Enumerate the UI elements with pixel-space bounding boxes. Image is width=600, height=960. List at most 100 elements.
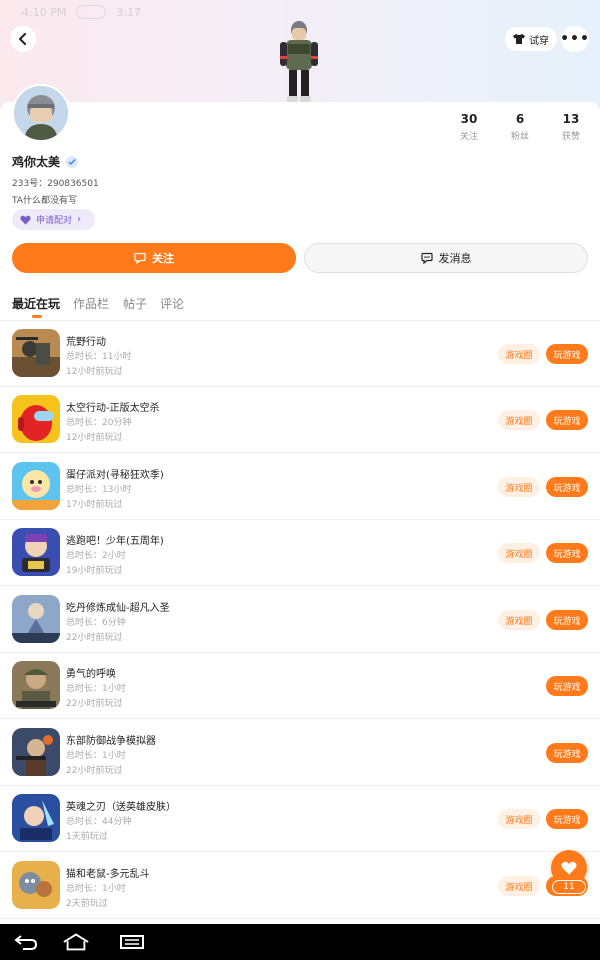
send-message-label: 发消息 (438, 252, 472, 265)
game-duration: 总时长：6分钟 (66, 618, 126, 628)
game-circle-button[interactable]: 游戏圈 (498, 477, 540, 497)
game-duration: 总时长：1小时 (66, 751, 126, 761)
active-tab-indicator (32, 315, 42, 318)
shirt-icon (513, 34, 525, 44)
game-icon-run-boy[interactable] (12, 528, 60, 576)
profile-tabs: 最近在玩 作品栏 帖子 评论 (12, 295, 600, 318)
follow-label: 关注 (152, 252, 174, 265)
game-circle-button[interactable]: 游戏圈 (498, 876, 540, 896)
stat-likes[interactable]: 13 获赞 (546, 112, 596, 142)
game-circle-button[interactable]: 游戏圈 (498, 543, 540, 563)
game-duration: 总时长：2小时 (66, 551, 126, 561)
nav-home-button[interactable] (62, 932, 90, 952)
more-dots-icon: ••• (560, 31, 590, 47)
game-row[interactable]: 太空行动-正版太空杀 总时长：20分钟 12小时前玩过 游戏圈 玩游戏 (0, 387, 600, 453)
chevron-right-icon: › (77, 214, 82, 225)
tab-recently-played[interactable]: 最近在玩 (12, 295, 60, 312)
tab-works[interactable]: 作品栏 (73, 295, 109, 312)
game-name: 蛋仔派对(寻秘狂欢季) (66, 470, 164, 481)
nav-recents-icon (120, 935, 144, 949)
game-name: 吃丹修炼成仙-超凡入圣 (66, 603, 170, 614)
game-duration: 总时长：44分钟 (66, 817, 132, 827)
game-row[interactable]: 勇气的呼唤 总时长：1小时 22小时前玩过 玩游戏 (0, 653, 600, 719)
game-row[interactable]: 逃跑吧！少年(五周年) 总时长：2小时 19小时前玩过 游戏圈 玩游戏 (0, 520, 600, 586)
nav-recents-button[interactable] (118, 932, 146, 952)
game-name: 太空行动-正版太空杀 (66, 403, 160, 414)
game-row[interactable]: 英魂之刃（送英雄皮肤） 总时长：44分钟 1天前玩过 游戏圈 玩游戏 (0, 786, 600, 852)
system-navigation-bar (0, 924, 600, 960)
user-bio: TA什么都没有写 (12, 196, 77, 206)
stat-fans-count: 6 (515, 112, 525, 126)
tab-posts[interactable]: 帖子 (123, 295, 147, 312)
game-last-played: 17小时前玩过 (66, 500, 123, 510)
game-icon-space-action[interactable] (12, 395, 60, 443)
game-duration: 总时长：1小时 (66, 684, 126, 694)
like-count-badge: 11 (552, 880, 586, 894)
play-game-button[interactable]: 玩游戏 (546, 477, 588, 497)
apply-pair-button[interactable]: 申请配对 › (12, 209, 95, 230)
send-message-button[interactable]: 发消息 (304, 243, 588, 273)
heart-icon (561, 861, 577, 875)
game-row[interactable]: 吃丹修炼成仙-超凡入圣 总时长：6分钟 22小时前玩过 游戏圈 玩游戏 (0, 587, 600, 653)
play-game-button[interactable]: 玩游戏 (546, 676, 588, 696)
tab-comments[interactable]: 评论 (160, 295, 184, 312)
user-avatar[interactable] (12, 84, 70, 142)
stat-likes-count: 13 (562, 112, 580, 126)
try-on-button[interactable]: 试穿 (505, 27, 557, 51)
game-name: 荒野行动 (66, 337, 106, 348)
message-icon (420, 252, 433, 264)
game-name: 猫和老鼠-多元乱斗 (66, 869, 150, 880)
game-row[interactable]: 蛋仔派对(寻秘狂欢季) 总时长：13小时 17小时前玩过 游戏圈 玩游戏 (0, 454, 600, 520)
game-last-played: 12小时前玩过 (66, 433, 123, 443)
play-game-button[interactable]: 玩游戏 (546, 344, 588, 364)
game-circle-button[interactable]: 游戏圈 (498, 344, 540, 364)
avatar-image (14, 86, 68, 140)
game-row[interactable]: 荒野行动 总时长：11小时 12小时前玩过 游戏圈 玩游戏 (0, 321, 600, 387)
play-game-button[interactable]: 玩游戏 (546, 543, 588, 563)
nav-back-icon (14, 935, 38, 950)
game-row[interactable]: 猫和老鼠-多元乱斗 总时长：1小时 2天前玩过 游戏圈 玩游戏 (0, 853, 600, 919)
game-duration: 总时长：1小时 (66, 884, 126, 894)
game-icon-wilderness-action[interactable] (12, 329, 60, 377)
user-nickname-row: 鸡你太美 (12, 153, 79, 170)
game-icon-eggy-party[interactable] (12, 462, 60, 510)
try-on-label: 试穿 (529, 35, 549, 47)
game-icon-eastern-defense[interactable] (12, 728, 60, 776)
more-options-button[interactable]: ••• (560, 26, 590, 52)
game-last-played: 22小时前玩过 (66, 766, 123, 776)
stat-following[interactable]: 30 关注 (444, 112, 494, 142)
nav-back-button[interactable] (12, 932, 40, 952)
status-time: 4:10 PM (22, 5, 67, 19)
game-circle-button[interactable]: 游戏圈 (498, 410, 540, 430)
follow-chat-icon (134, 252, 146, 264)
game-circle-button[interactable]: 游戏圈 (498, 610, 540, 630)
play-game-button[interactable]: 玩游戏 (546, 610, 588, 630)
play-game-button[interactable]: 玩游戏 (546, 743, 588, 763)
play-game-button[interactable]: 玩游戏 (546, 410, 588, 430)
game-duration: 总时长：13小时 (66, 485, 132, 495)
stat-following-count: 30 (460, 112, 478, 126)
game-circle-button[interactable]: 游戏圈 (498, 809, 540, 829)
game-last-played: 22小时前玩过 (66, 633, 123, 643)
game-icon-call-of-courage[interactable] (12, 661, 60, 709)
heart-pair-icon (20, 215, 31, 224)
stat-fans[interactable]: 6 粉丝 (495, 112, 545, 142)
game-last-played: 1天前玩过 (66, 832, 108, 842)
stat-following-label: 关注 (459, 132, 478, 142)
game-icon-soul-blade[interactable] (12, 794, 60, 842)
play-game-button[interactable]: 玩游戏 (546, 809, 588, 829)
back-button[interactable] (10, 26, 36, 52)
game-icon-cultivation[interactable] (12, 595, 60, 643)
game-name: 东部防御战争模拟器 (66, 736, 156, 747)
status-extra: 3:17 (116, 5, 142, 19)
game-last-played: 12小时前玩过 (66, 367, 123, 377)
user-id: 233号：290836501 (12, 179, 99, 189)
follow-button[interactable]: 关注 (12, 243, 296, 273)
game-last-played: 2天前玩过 (66, 899, 108, 909)
nav-home-icon (63, 933, 89, 951)
game-row[interactable]: 东部防御战争模拟器 总时长：1小时 22小时前玩过 玩游戏 (0, 720, 600, 786)
game-name: 英魂之刃（送英雄皮肤） (66, 802, 176, 813)
stat-fans-label: 粉丝 (510, 132, 529, 142)
user-nickname: 鸡你太美 (12, 155, 61, 169)
game-icon-tom-and-jerry[interactable] (12, 861, 60, 909)
